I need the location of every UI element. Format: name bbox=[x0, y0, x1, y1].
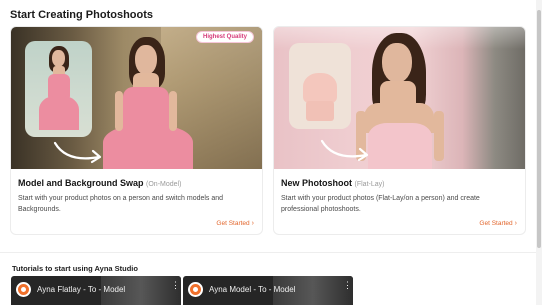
card-description: Start with your product photos (Flat-Lay… bbox=[281, 195, 480, 213]
section-divider bbox=[0, 252, 536, 253]
card-title: New Photoshoot (Flat-Lay) bbox=[281, 178, 384, 188]
page-title: Start Creating Photoshoots bbox=[10, 9, 154, 21]
card-description: Start with your product photos on a pers… bbox=[18, 195, 224, 213]
flat-lay-photo-inset bbox=[289, 43, 351, 129]
more-options-icon[interactable]: ⋮ bbox=[171, 281, 180, 290]
highest-quality-badge: Highest Quality bbox=[195, 31, 254, 43]
transform-arrow-icon bbox=[53, 141, 102, 164]
transform-arrow-icon bbox=[320, 139, 369, 162]
ayna-logo-icon bbox=[16, 282, 31, 297]
new-photoshoot-preview-image bbox=[274, 27, 525, 169]
tutorial-video-flatlay[interactable]: Ayna Flatlay - To - Model ⋮ bbox=[11, 276, 181, 305]
model-swap-preview-image: Highest Quality bbox=[11, 27, 262, 169]
scrollbar[interactable] bbox=[536, 0, 542, 305]
get-started-label: Get Started bbox=[479, 220, 513, 227]
card-title-tag: (On-Model) bbox=[146, 181, 182, 188]
card-title-text: Model and Background Swap bbox=[18, 178, 144, 188]
get-started-label: Get Started bbox=[216, 220, 250, 227]
card-title: Model and Background Swap (On-Model) bbox=[18, 178, 181, 188]
ayna-logo-icon bbox=[188, 282, 203, 297]
tutorial-video-model[interactable]: Ayna Model - To - Model ⋮ bbox=[183, 276, 353, 305]
chevron-right-icon: › bbox=[514, 220, 517, 227]
more-options-icon[interactable]: ⋮ bbox=[343, 281, 352, 290]
original-photo-inset bbox=[25, 41, 92, 137]
new-photoshoot-card[interactable]: New Photoshoot (Flat-Lay) Start with you… bbox=[273, 26, 526, 235]
chevron-right-icon: › bbox=[251, 220, 254, 227]
scrollbar-thumb[interactable] bbox=[537, 10, 541, 248]
get-started-link[interactable]: Get Started › bbox=[216, 220, 254, 227]
video-title: Ayna Flatlay - To - Model bbox=[37, 285, 126, 294]
card-title-tag: (Flat-Lay) bbox=[354, 181, 385, 188]
model-background-swap-card[interactable]: Highest Quality Model and Background Swa… bbox=[10, 26, 263, 235]
video-title: Ayna Model - To - Model bbox=[209, 285, 296, 294]
get-started-link[interactable]: Get Started › bbox=[479, 220, 517, 227]
card-title-text: New Photoshoot bbox=[281, 178, 352, 188]
tutorials-heading: Tutorials to start using Ayna Studio bbox=[12, 264, 138, 273]
